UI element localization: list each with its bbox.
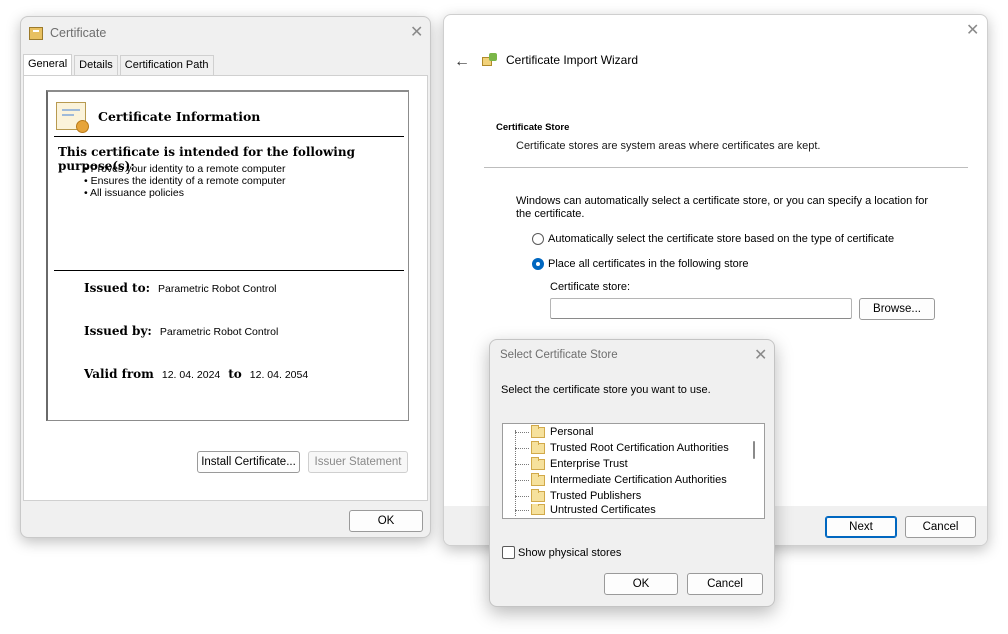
folder-icon <box>531 488 545 502</box>
issued-to-row: Issued to: Parametric Robot Control <box>84 281 277 295</box>
ok-button[interactable]: OK <box>604 573 678 595</box>
valid-from-label: Valid from <box>84 367 154 381</box>
tree-item-label: Personal <box>550 426 594 438</box>
tree-item-label: Untrusted Certificates <box>550 504 656 516</box>
dialog-prompt: Select the certificate store you want to… <box>501 384 711 396</box>
valid-from-value: 12. 04. 2024 <box>161 369 221 381</box>
issued-by-label: Issued by: <box>84 324 152 338</box>
certificate-store-label: Certificate store: <box>550 281 631 293</box>
tree-item-label: Intermediate Certification Authorities <box>550 474 727 486</box>
divider <box>484 167 968 168</box>
list-item: All issuance policies <box>84 187 286 199</box>
tab-certification-path[interactable]: Certification Path <box>119 55 214 75</box>
tree-item-enterprise-trust[interactable]: Enterprise Trust <box>515 456 628 472</box>
issued-to-value: Parametric Robot Control <box>158 283 277 295</box>
tree-item-untrusted[interactable]: Untrusted Certificates <box>515 504 656 516</box>
radio-button-selected[interactable] <box>532 258 544 270</box>
folder-icon <box>531 440 545 454</box>
valid-to-label: to <box>228 367 242 381</box>
certificate-info-header: Certificate Information <box>56 102 261 133</box>
radio-place-all[interactable]: Place all certificates in the following … <box>532 258 749 270</box>
folder-icon <box>531 504 545 515</box>
folder-icon <box>531 456 545 470</box>
show-physical-stores-checkbox[interactable]: Show physical stores <box>502 546 621 559</box>
tree-item-intermediate[interactable]: Intermediate Certification Authorities <box>515 472 727 488</box>
issued-by-value: Parametric Robot Control <box>159 326 279 338</box>
vertical-scrollbar[interactable] <box>753 441 755 459</box>
section-subtitle: Certificate stores are system areas wher… <box>516 140 821 152</box>
certificate-store-input[interactable] <box>550 298 852 319</box>
tree-item-label: Trusted Root Certification Authorities <box>550 442 729 454</box>
dialog-title: Select Certificate Store <box>500 349 618 361</box>
radio-auto-label: Automatically select the certificate sto… <box>548 233 895 245</box>
wizard-titlebar: Certificate Import Wizard <box>482 53 638 67</box>
folder-icon <box>531 472 545 486</box>
show-physical-stores-label: Show physical stores <box>518 546 622 559</box>
checkbox[interactable] <box>502 546 515 559</box>
list-item: Proves your identity to a remote compute… <box>84 163 286 175</box>
divider <box>54 270 404 271</box>
tree-item-label: Trusted Publishers <box>550 490 642 502</box>
list-item: Ensures the identity of a remote compute… <box>84 175 286 187</box>
general-tab-panel: Certificate Information This certificate… <box>23 75 428 501</box>
certificate-info-heading: Certificate Information <box>98 108 261 124</box>
valid-to-value: 12. 04. 2054 <box>249 369 309 381</box>
certificate-window: Certificate ✕ General Details Certificat… <box>20 16 431 538</box>
next-button[interactable]: Next <box>825 516 897 538</box>
tab-details[interactable]: Details <box>74 55 118 75</box>
cancel-button[interactable]: Cancel <box>687 573 763 595</box>
folder-icon <box>531 424 545 438</box>
wizard-icon <box>482 53 498 67</box>
tree-item-trusted-root[interactable]: Trusted Root Certification Authorities <box>515 440 729 456</box>
tree-item-label: Enterprise Trust <box>550 458 628 470</box>
issuer-statement-button[interactable]: Issuer Statement <box>308 451 408 473</box>
validity-row: Valid from 12. 04. 2024 to 12. 04. 2054 <box>84 367 308 381</box>
radio-button[interactable] <box>532 233 544 245</box>
certificate-tabs: General Details Certification Path <box>23 54 216 75</box>
issued-by-row: Issued by: Parametric Robot Control <box>84 324 278 338</box>
radio-auto-select[interactable]: Automatically select the certificate sto… <box>532 233 894 245</box>
section-description: Windows can automatically select a certi… <box>516 195 929 220</box>
browse-button[interactable]: Browse... <box>859 298 935 320</box>
radio-place-label: Place all certificates in the following … <box>548 258 749 270</box>
tab-general[interactable]: General <box>23 54 73 75</box>
tree-item-personal[interactable]: Personal <box>515 424 593 440</box>
close-icon[interactable]: ✕ <box>966 23 979 39</box>
close-icon[interactable]: ✕ <box>410 25 423 41</box>
certificate-icon <box>29 26 43 40</box>
close-icon[interactable]: ✕ <box>754 348 767 364</box>
purpose-list: Proves your identity to a remote compute… <box>84 163 286 199</box>
wizard-title: Certificate Import Wizard <box>506 53 639 67</box>
store-tree[interactable]: Personal Trusted Root Certification Auth… <box>502 423 765 519</box>
divider <box>54 136 404 137</box>
select-store-dialog: Select Certificate Store ✕ Select the ce… <box>489 339 775 607</box>
ok-button[interactable]: OK <box>349 510 423 532</box>
tree-item-trusted-publishers[interactable]: Trusted Publishers <box>515 488 641 504</box>
cancel-button[interactable]: Cancel <box>905 516 976 538</box>
install-certificate-button[interactable]: Install Certificate... <box>197 451 300 473</box>
issued-to-label: Issued to: <box>84 281 151 295</box>
certificate-icon <box>56 102 89 133</box>
section-heading: Certificate Store <box>496 122 570 133</box>
certificate-info-box: Certificate Information This certificate… <box>46 90 409 421</box>
certificate-window-title: Certificate <box>50 26 107 40</box>
back-arrow-icon[interactable]: ← <box>454 53 470 71</box>
certificate-window-titlebar: Certificate <box>29 24 106 42</box>
